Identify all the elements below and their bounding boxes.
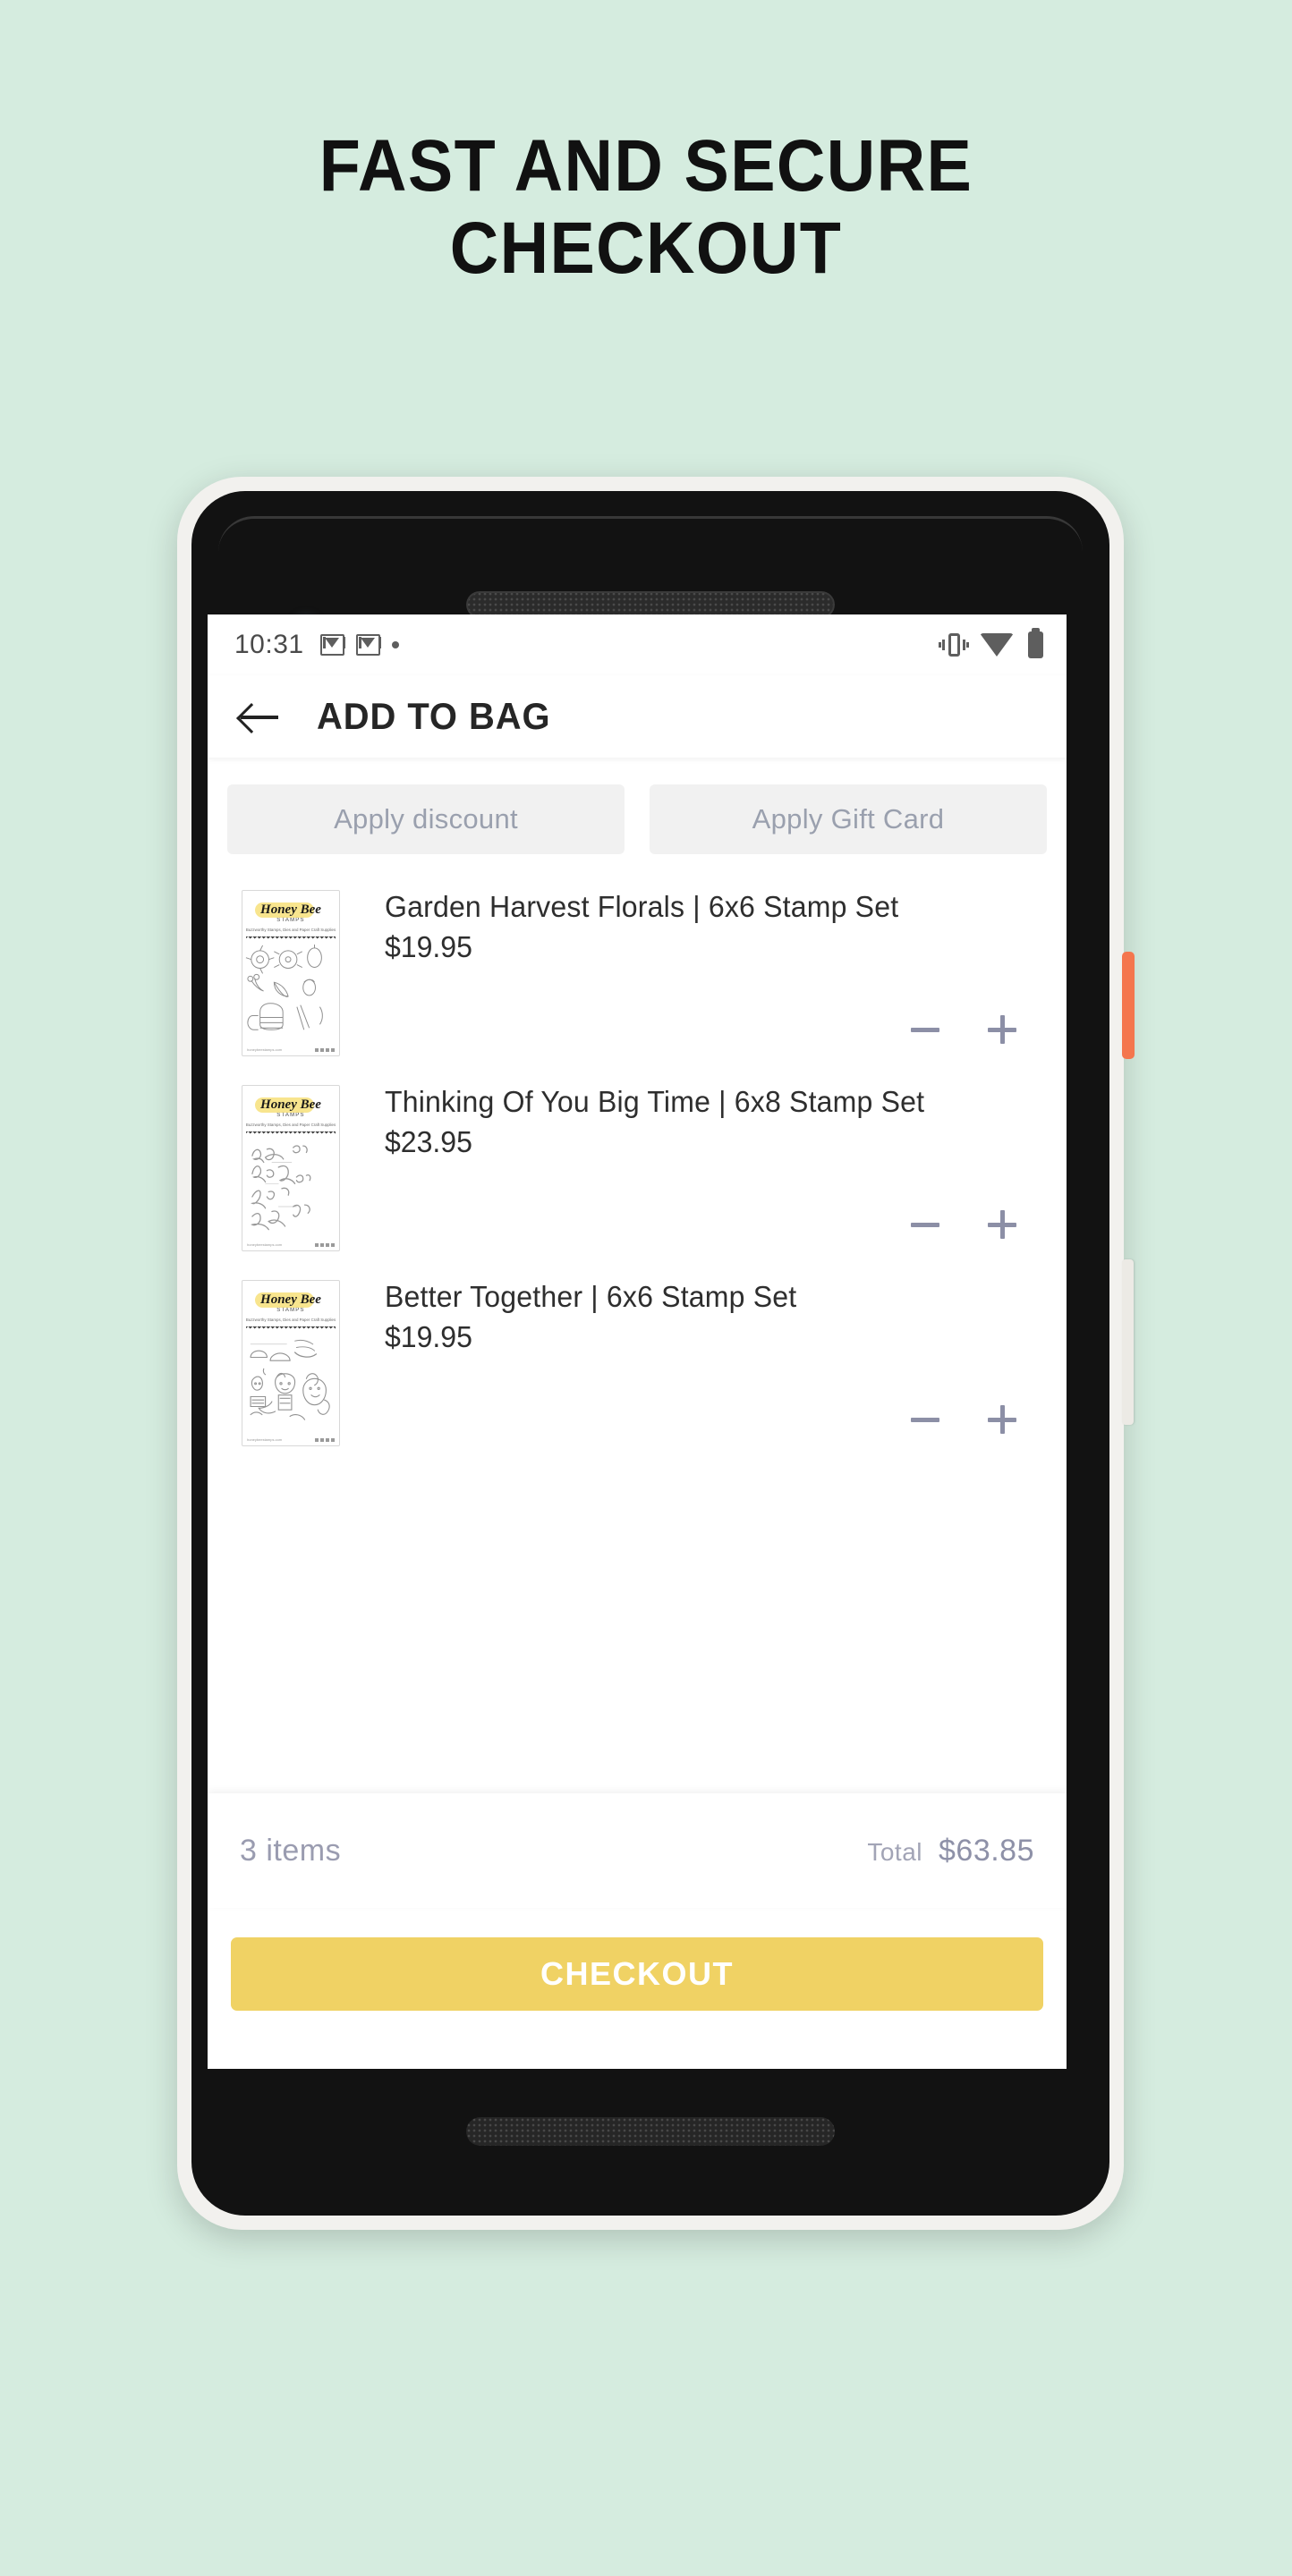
increase-quantity-button[interactable] xyxy=(982,1400,1022,1439)
battery-icon xyxy=(1028,628,1043,658)
product-thumbnail[interactable]: Honey Bee STAMPS Buzzworthy Stamps, Dies… xyxy=(242,890,340,1056)
social-icons xyxy=(315,1242,335,1247)
brand-sub: STAMPS xyxy=(276,1308,305,1313)
product-art-animals xyxy=(242,1333,339,1431)
brand-logo: Honey Bee xyxy=(260,902,321,917)
apply-discount-button[interactable]: Apply discount xyxy=(227,784,625,854)
power-button[interactable] xyxy=(1122,952,1135,1059)
decrease-quantity-button[interactable] xyxy=(905,1400,945,1439)
apply-gift-card-button[interactable]: Apply Gift Card xyxy=(650,784,1047,854)
item-price: $23.95 xyxy=(385,1124,472,1158)
app-bar: ADD TO BAG xyxy=(208,675,1067,758)
total-value: $63.85 xyxy=(939,1833,1034,1868)
item-price: $19.95 xyxy=(385,1319,472,1353)
headline-line-1: FAST AND SECURE xyxy=(319,125,973,207)
vibrate-icon xyxy=(939,631,969,658)
product-thumbnail[interactable]: Honey Bee STAMPS Buzzworthy Stamps, Dies… xyxy=(242,1280,340,1446)
item-name: Better Together | 6x6 Stamp Set xyxy=(385,1280,797,1313)
page-root: FAST AND SECURE CHECKOUT 10:31 ADD TO BA… xyxy=(0,0,1292,2576)
checkout-button[interactable]: CHECKOUT xyxy=(231,1937,1043,2011)
thumb-footer: honeybeestamps.com xyxy=(247,1437,335,1442)
quantity-stepper xyxy=(385,1010,1047,1056)
total-label: Total xyxy=(867,1837,922,1866)
cart-item[interactable]: Honey Bee STAMPS Buzzworthy Stamps, Dies… xyxy=(227,1065,1047,1260)
decrease-quantity-button[interactable] xyxy=(905,1205,945,1244)
gmail-icon xyxy=(318,634,344,658)
quantity-stepper xyxy=(385,1205,1047,1251)
product-thumbnail[interactable]: Honey Bee STAMPS Buzzworthy Stamps, Dies… xyxy=(242,1085,340,1251)
status-bar: 10:31 xyxy=(208,614,1067,675)
promo-row: Apply discount Apply Gift Card xyxy=(227,758,1047,854)
item-name: Thinking Of You Big Time | 6x8 Stamp Set xyxy=(385,1085,925,1118)
checkout-bar: CHECKOUT xyxy=(208,1908,1067,2040)
cart-item[interactable]: Honey Bee STAMPS Buzzworthy Stamps, Dies… xyxy=(227,1260,1047,1455)
zigzag-divider xyxy=(246,1131,336,1136)
status-system-icons xyxy=(939,628,1043,658)
status-notification-icons xyxy=(318,634,399,658)
brand-tagline: Buzzworthy Stamps, Dies and Paper Craft … xyxy=(245,1318,336,1322)
social-icons xyxy=(315,1437,335,1442)
product-art-script xyxy=(242,1138,339,1236)
phone-screen: 10:31 ADD TO BAG Apply discount Apply Gi… xyxy=(208,614,1067,2069)
quantity-stepper xyxy=(385,1400,1047,1446)
increase-quantity-button[interactable] xyxy=(982,1010,1022,1049)
zigzag-divider xyxy=(246,936,336,941)
cart-item-list: Honey Bee STAMPS Buzzworthy Stamps, Dies… xyxy=(227,870,1047,1455)
bottom-speaker-icon xyxy=(466,2117,835,2146)
phone-gloss xyxy=(218,516,1083,557)
brand-logo: Honey Bee xyxy=(260,1097,321,1112)
brand-sub: STAMPS xyxy=(276,1113,305,1118)
item-count: 3 items xyxy=(240,1833,342,1868)
decrease-quantity-button[interactable] xyxy=(905,1010,945,1049)
thumb-footer-url: honeybeestamps.com xyxy=(247,1242,283,1247)
dot-icon xyxy=(391,641,399,648)
wifi-icon xyxy=(980,633,1014,657)
item-name: Garden Harvest Florals | 6x6 Stamp Set xyxy=(385,890,899,923)
totals-bar: 3 items Total $63.85 xyxy=(208,1793,1067,1908)
headline-line-2: CHECKOUT xyxy=(449,207,843,289)
back-arrow-icon[interactable] xyxy=(236,693,283,740)
increase-quantity-button[interactable] xyxy=(982,1205,1022,1244)
volume-rocker-button[interactable] xyxy=(1122,1259,1134,1425)
status-time: 10:31 xyxy=(234,630,304,659)
item-info: Garden Harvest Florals | 6x6 Stamp Set $… xyxy=(340,890,1047,1056)
thumb-footer: honeybeestamps.com xyxy=(247,1242,335,1247)
zigzag-divider xyxy=(246,1326,336,1331)
item-price: $19.95 xyxy=(385,929,472,963)
thumb-footer-url: honeybeestamps.com xyxy=(247,1047,283,1052)
page-title: FAST AND SECURE CHECKOUT xyxy=(52,125,1240,290)
product-art-floral xyxy=(242,943,339,1041)
cart-item[interactable]: Honey Bee STAMPS Buzzworthy Stamps, Dies… xyxy=(227,870,1047,1065)
item-info: Better Together | 6x6 Stamp Set $19.95 xyxy=(340,1280,1047,1446)
thumb-footer: honeybeestamps.com xyxy=(247,1047,335,1052)
brand-tagline: Buzzworthy Stamps, Dies and Paper Craft … xyxy=(245,1123,336,1127)
brand-sub: STAMPS xyxy=(276,918,305,923)
thumb-footer-url: honeybeestamps.com xyxy=(247,1437,283,1442)
gmail-icon xyxy=(353,634,380,658)
cart-content: Apply discount Apply Gift Card Honey Bee… xyxy=(208,758,1067,1793)
brand-logo: Honey Bee xyxy=(260,1292,321,1307)
screen-title: ADD TO BAG xyxy=(317,695,551,737)
brand-tagline: Buzzworthy Stamps, Dies and Paper Craft … xyxy=(245,928,336,932)
total-group: Total $63.85 xyxy=(867,1834,1034,1868)
social-icons xyxy=(315,1047,335,1052)
item-info: Thinking Of You Big Time | 6x8 Stamp Set… xyxy=(340,1085,1047,1251)
